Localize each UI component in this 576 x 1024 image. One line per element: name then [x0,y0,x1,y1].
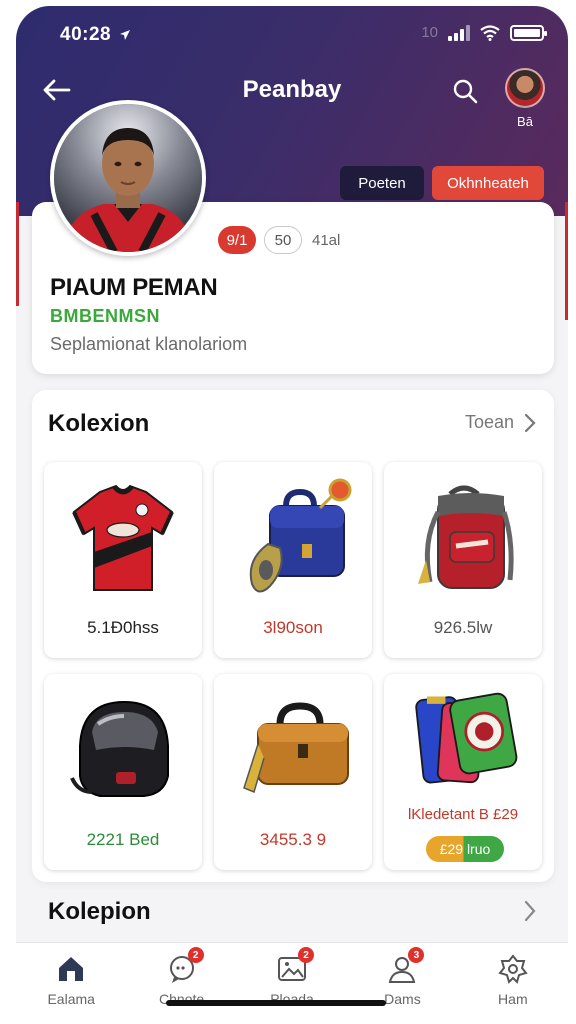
collection-item-case[interactable]: 3455.3 9 [214,674,372,870]
image-icon: 2 [276,947,315,985]
collection-item-bundle[interactable]: lKledetant B £29 £29 lruo [384,674,542,870]
phone-screen: 40:28 10 Peanbay Bā Poeten Okhnheateh 9/… [16,6,568,1020]
user-avatar[interactable] [505,68,545,108]
status-time: 40:28 [60,24,131,46]
see-all-link[interactable]: Toean [465,412,536,433]
backpack-icon [418,485,514,589]
nav-item-settings[interactable]: Ham [458,943,568,1020]
player-description: Seplamionat klanolariom [50,334,248,354]
bottom-navigation: Ealama 2 Chnote 2 Ploada 3 Dams Ham [16,942,568,1020]
chevron-right-icon [524,413,536,432]
profile-stats: 9/1 50 41al [218,226,340,254]
nav-label-home: Ealama [47,991,95,1007]
signal-icon [448,24,470,41]
home-indicator [166,1000,386,1006]
second-section-more-button[interactable] [524,900,536,927]
settings-icon [497,953,529,985]
status-bar: 40:28 10 [16,6,568,60]
home-icon [55,953,87,985]
profile-badge: 3 [408,947,425,963]
item-price: 926.5lw [433,618,493,637]
accent-line-right [565,202,568,320]
stat-badge-secondary[interactable]: 50 [264,226,302,254]
item-price: lKledetant B £29 [407,806,519,823]
nav-item-media[interactable]: 2 Ploada [237,943,347,1020]
battery-icon [510,24,547,41]
media-badge: 2 [298,947,315,963]
status-extra: 10 [421,24,438,41]
status-icons: 10 [421,24,547,41]
profile-icon: 3 [386,947,425,985]
nav-item-profile[interactable]: 3 Dams [347,943,457,1020]
helmet-icon [70,700,169,797]
collection-item-backpack[interactable]: 926.5lw [384,462,542,658]
collection-item-helmet[interactable]: 2221 Bed [44,674,202,870]
collection-item-bag[interactable]: 3l90son [214,462,372,658]
collection-item-jersey[interactable]: 5.1Ð0hss [44,462,202,658]
bag-icon [249,478,352,593]
case-icon [243,702,349,794]
stat-text: 41al [312,231,341,249]
chevron-right-icon [524,900,536,922]
chat-icon: 2 [166,947,204,985]
player-tag: BMBENMSN [50,306,160,326]
collection-section: Kolexion Toean 5.1Ð0hss 3l90son 926.5lw … [32,390,554,882]
item-price: 3l90son [263,618,323,637]
accent-line-left [16,202,19,306]
nav-label-profile: Dams [384,991,421,1007]
user-label: Bā [517,114,533,129]
item-price: 3455.3 9 [259,830,327,849]
nav-item-home[interactable]: Ealama [16,943,126,1020]
second-section-header: Kolepion [32,890,554,940]
search-icon [453,79,478,104]
price-tag-text: £29 lruo [439,841,491,857]
player-photo[interactable] [50,100,206,256]
nav-item-chat[interactable]: 2 Chnote [126,943,236,1020]
location-arrow-icon [119,29,130,40]
bundle-icon [415,692,518,784]
wifi-icon [480,24,500,41]
collection-title: Kolexion [48,410,150,437]
player-portrait-image [54,104,202,252]
second-section-title: Kolepion [48,898,151,925]
search-button[interactable] [448,74,482,108]
item-price: 2221 Bed [86,830,160,849]
item-price: 5.1Ð0hss [87,618,159,637]
price-tag-pill: £29 lruo [426,836,504,862]
app-title: Peanbay [242,76,342,103]
player-name: PIAUM PEMAN [50,274,218,301]
nav-label-settings: Ham [498,991,528,1007]
secondary-action-button[interactable]: Poeten [340,166,424,200]
stat-badge-primary[interactable]: 9/1 [218,226,256,254]
see-all-label: Toean [464,412,514,432]
status-time-text: 40:28 [60,24,112,45]
primary-action-button[interactable]: Okhnheateh [432,166,544,200]
jersey-icon [72,484,174,591]
chat-badge: 2 [187,947,204,963]
